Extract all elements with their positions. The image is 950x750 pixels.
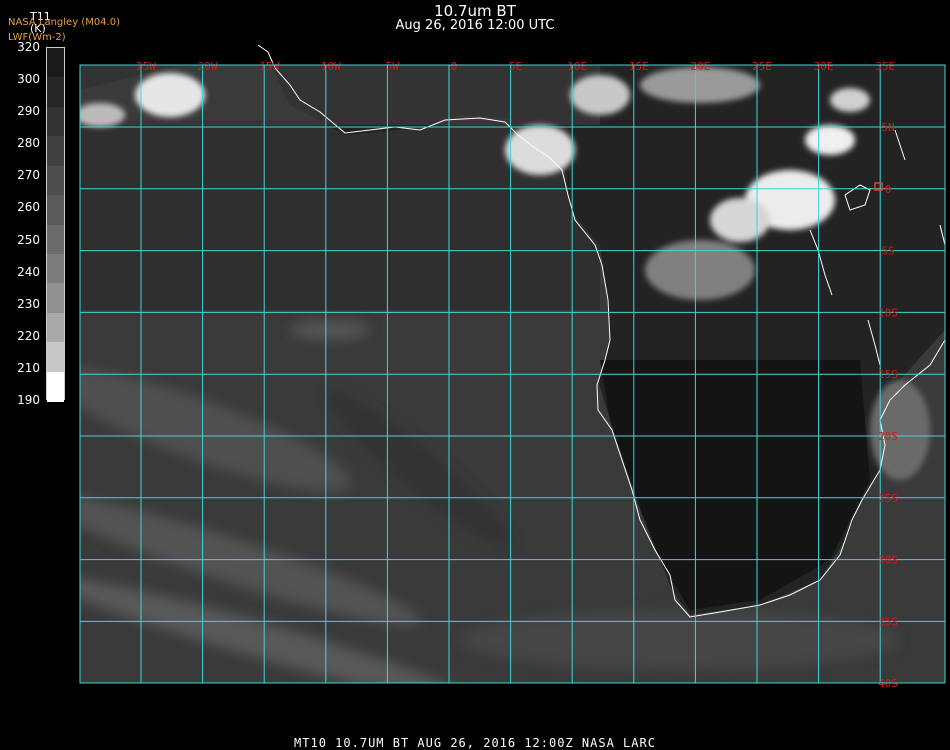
latitude-label: 20S <box>878 430 898 443</box>
latitude-label: 40S <box>878 677 898 690</box>
latitude-label: 25S <box>878 492 898 505</box>
longitude-label: 5W <box>386 60 400 73</box>
longitude-label: 5E <box>509 60 522 73</box>
longitude-label: 10W <box>321 60 341 73</box>
latitude-label: 5S <box>881 245 894 258</box>
longitude-label: 10E <box>567 60 587 73</box>
latitude-label: 30S <box>878 554 898 567</box>
longitude-label: 15W <box>259 60 279 73</box>
latitude-label: 10S <box>878 306 898 319</box>
latitude-label: 0 <box>885 183 892 196</box>
satellite-map: 25W 20W 15W 10W 5W 0 5E 10E 15E 20E 25E 30E 35E 5N 0 5… <box>79 44 946 690</box>
longitude-label: 20E <box>690 60 710 73</box>
latitude-label: 35S <box>878 615 898 628</box>
longitude-label: 20W <box>198 60 218 73</box>
longitude-label: 25W <box>136 60 156 73</box>
footer-caption: MT10 10.7UM BT AUG 26, 2016 12:00Z NASA … <box>294 736 656 750</box>
longitude-label: 35E <box>875 60 895 73</box>
longitude-label: 30E <box>814 60 834 73</box>
latitude-label: 15S <box>878 368 898 381</box>
imagery-layer <box>80 65 945 683</box>
longitude-label: 0 <box>451 60 458 73</box>
longitude-label: 15E <box>629 60 649 73</box>
longitude-label: 25E <box>752 60 772 73</box>
latitude-label: 5N <box>881 121 894 134</box>
